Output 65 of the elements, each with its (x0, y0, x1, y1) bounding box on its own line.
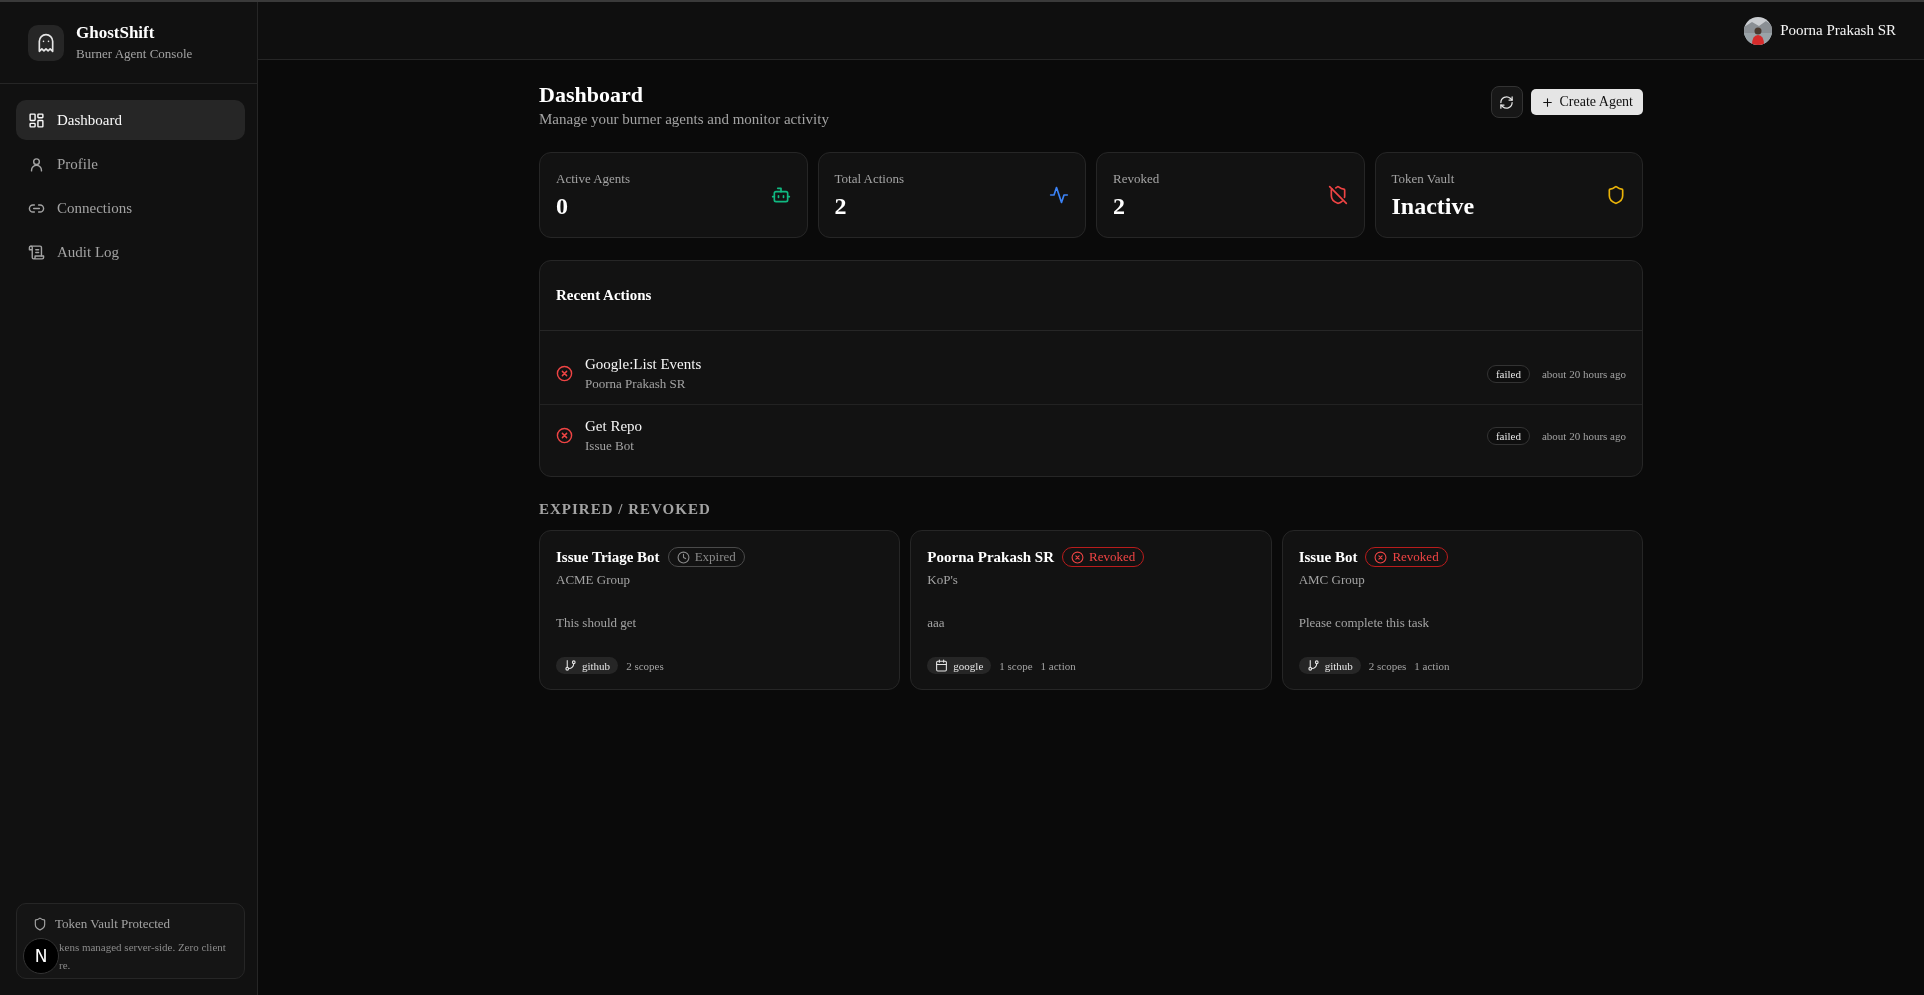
x-circle-icon (1071, 550, 1084, 564)
refresh-button[interactable] (1490, 86, 1523, 118)
agent-task: This should get (556, 615, 638, 631)
agent-name: Issue Bot (1298, 548, 1358, 566)
stat-label: Revoked (1113, 170, 1160, 187)
stat-value: 0 (556, 192, 569, 220)
agent-meta: 2 scopes (626, 659, 664, 672)
ghost-icon (36, 32, 56, 53)
git-branch-icon (564, 659, 577, 672)
provider-tag: github (556, 657, 619, 674)
vault-note-title: Token Vault Protected (55, 916, 171, 932)
action-agent: Issue Bot (585, 437, 635, 454)
panel-title: Recent Actions (556, 287, 652, 304)
user-name[interactable]: Poorna Prakash SR (1780, 22, 1896, 39)
page-title: Dashboard (539, 82, 644, 108)
agent-group: KoP's (927, 572, 1255, 588)
vault-note-text: kens managed server-side. Zero client (59, 940, 226, 955)
stat-value: Inactive (1391, 192, 1475, 220)
shield-icon (33, 917, 47, 931)
agent-name: Issue Triage Bot (556, 548, 660, 566)
agent-task: aaa (927, 615, 946, 631)
dashboard-icon (28, 111, 45, 129)
action-time: about 20 hours ago (1542, 367, 1626, 380)
status-badge: failed (1486, 364, 1530, 383)
agent-group: ACME Group (556, 572, 884, 588)
provider-tag: github (1298, 657, 1361, 674)
refresh-icon (1499, 94, 1514, 110)
page-subtitle: Manage your burner agents and monitor activity (539, 111, 829, 128)
agent-group: AMC Group (1298, 572, 1626, 588)
x-circle-icon (1374, 550, 1388, 564)
clock-icon (676, 550, 690, 564)
agent-meta: 1 action (1414, 659, 1450, 672)
agent-meta: 2 scopes (1368, 659, 1407, 672)
stat-label: Active Agents (556, 170, 630, 187)
agent-name: Poorna Prakash SR (927, 548, 1054, 566)
stat-label: Total Actions (834, 170, 904, 187)
agent-meta: 1 scope (999, 659, 1033, 672)
x-circle-icon (556, 365, 573, 382)
agent-meta: 1 action (1040, 659, 1076, 672)
app-name: GhostShift (76, 23, 156, 43)
git-branch-icon (1306, 659, 1320, 672)
stat-value: 2 (834, 192, 848, 220)
app-tagline: Burner Agent Console (76, 46, 193, 62)
stat-label: Token Vault (1391, 170, 1456, 187)
user-icon (28, 155, 45, 173)
dev-tools-button[interactable]: N (23, 938, 59, 974)
nav-item[interactable]: Connections (16, 188, 245, 228)
provider-tag: google (927, 657, 992, 674)
action-name: Get Repo (585, 417, 644, 435)
stat-value: 2 (1113, 192, 1126, 220)
create-agent-button[interactable]: Create Agent (1530, 89, 1643, 115)
scroll-icon (28, 243, 45, 261)
action-name: Google:List Events (585, 355, 703, 373)
plus-icon (1540, 95, 1554, 109)
vault-note-text: re. (59, 958, 71, 973)
nav-item[interactable]: Profile (16, 144, 245, 184)
calendar-icon (935, 659, 949, 672)
nav-item[interactable]: Dashboard (16, 100, 245, 140)
nav-item[interactable]: Audit Log (16, 232, 245, 272)
x-circle-icon (556, 427, 573, 444)
status-badge: failed (1486, 426, 1530, 445)
agent-task: Please complete this task (1298, 615, 1430, 631)
action-time: about 20 hours ago (1542, 429, 1626, 442)
section-title: EXPIRED / REVOKED (539, 501, 712, 518)
action-agent: Poorna Prakash SR (585, 375, 687, 392)
